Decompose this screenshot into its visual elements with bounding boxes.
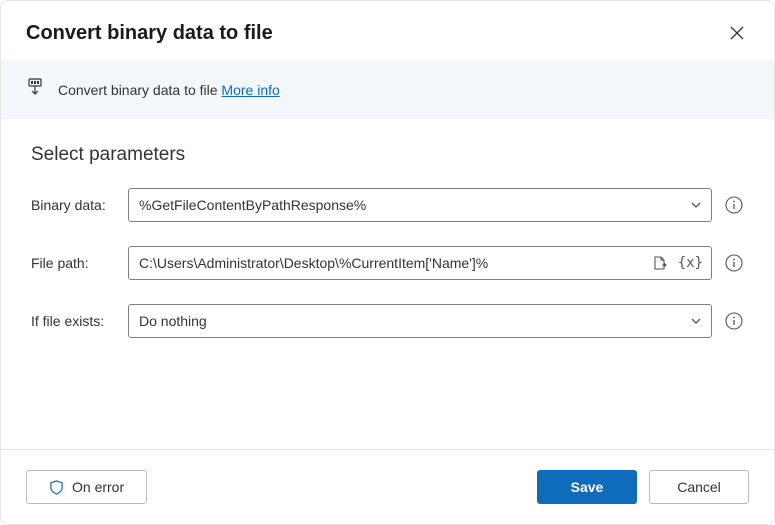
binary-data-dropdown-button[interactable] — [687, 196, 705, 214]
dialog-content: Select parameters Binary data: File path… — [1, 119, 774, 449]
file-picker-button[interactable] — [650, 253, 670, 273]
dialog-title: Convert binary data to file — [26, 22, 273, 45]
on-error-button[interactable]: On error — [26, 470, 147, 504]
variable-icon: {x} — [678, 255, 703, 271]
banner-text-label: Convert binary data to file — [58, 82, 218, 98]
if-exists-value: Do nothing — [129, 307, 687, 335]
info-icon — [725, 312, 743, 330]
banner-text: Convert binary data to file More info — [58, 82, 280, 98]
file-path-info[interactable] — [724, 253, 744, 273]
save-label: Save — [571, 479, 604, 495]
chevron-down-icon — [689, 314, 703, 328]
info-banner: Convert binary data to file More info — [1, 60, 774, 119]
section-title: Select parameters — [31, 144, 744, 166]
shield-icon — [49, 480, 64, 495]
footer-right: Save Cancel — [537, 470, 749, 504]
if-exists-info[interactable] — [724, 311, 744, 331]
label-if-exists: If file exists: — [31, 313, 116, 329]
file-path-input-container[interactable]: {x} — [128, 246, 712, 280]
binary-data-info[interactable] — [724, 195, 744, 215]
if-exists-select[interactable]: Do nothing — [128, 304, 712, 338]
variable-picker-button[interactable]: {x} — [676, 253, 705, 273]
convert-file-icon — [26, 78, 44, 101]
cancel-button[interactable]: Cancel — [649, 470, 749, 504]
chevron-down-icon — [689, 198, 703, 212]
cancel-label: Cancel — [677, 479, 721, 495]
dialog-header: Convert binary data to file — [1, 1, 774, 60]
file-picker-icon — [652, 255, 668, 271]
label-file-path: File path: — [31, 255, 116, 271]
row-if-exists: If file exists: Do nothing — [31, 304, 744, 338]
info-icon — [725, 254, 743, 272]
binary-data-input[interactable] — [129, 191, 687, 219]
dialog-footer: On error Save Cancel — [1, 449, 774, 524]
if-exists-dropdown-button[interactable] — [687, 312, 705, 330]
save-button[interactable]: Save — [537, 470, 637, 504]
row-binary-data: Binary data: — [31, 188, 744, 222]
binary-data-input-container[interactable] — [128, 188, 712, 222]
file-path-input[interactable] — [129, 249, 650, 277]
label-binary-data: Binary data: — [31, 197, 116, 213]
close-button[interactable] — [725, 21, 749, 45]
close-icon — [729, 25, 745, 41]
more-info-link[interactable]: More info — [221, 82, 279, 98]
info-icon — [725, 196, 743, 214]
row-file-path: File path: {x} — [31, 246, 744, 280]
on-error-label: On error — [72, 479, 124, 495]
